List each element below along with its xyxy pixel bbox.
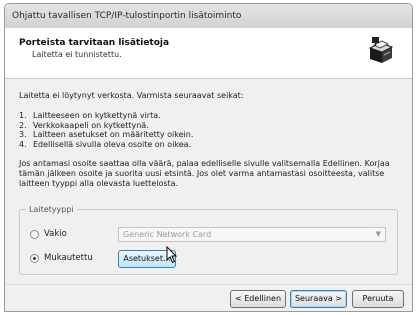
chevron-down-icon[interactable]: ▼ (376, 228, 381, 241)
custom-radio[interactable] (30, 253, 39, 263)
list-item: 4. Edellisellä sivulla oleva osoite on oi… (19, 139, 192, 149)
standard-radio-label: Vakio (44, 229, 67, 239)
wizard-window: Ohjattu tavallisen TCP/IP-tulostinportin… (4, 3, 413, 312)
network-printer-icon (362, 34, 398, 70)
device-type-label: Laitetyyppi (29, 205, 74, 214)
list-item: 1. Laitteeseen on kytkettynä virta. (19, 111, 161, 120)
header-title: Porteista tarvitaan lisätietoja (19, 38, 170, 48)
next-button[interactable]: Seuraava > (290, 290, 347, 308)
back-button[interactable]: < Edellinen (230, 290, 286, 308)
custom-option[interactable]: Mukautettu (30, 253, 93, 263)
custom-radio-label: Mukautettu (44, 253, 93, 263)
standard-device-select[interactable]: Generic Network Card ▼ (118, 227, 386, 242)
title-bar[interactable]: Ohjattu tavallisen TCP/IP-tulostinportin… (5, 4, 412, 29)
mouse-pointer-icon (166, 246, 178, 264)
header-subtitle: Laitetta ei tunnistettu. (32, 50, 122, 59)
standard-option[interactable]: Vakio (30, 229, 67, 239)
list-item: 2. Verkkokaapeli on kytkettynä. (19, 120, 149, 130)
cancel-button[interactable]: Peruuta (352, 290, 404, 308)
list-item: 3. Laitteen asetukset on määritetty oikei… (19, 130, 194, 139)
wizard-content: Laitetta ei löytynyt verkosta. Varmista … (19, 90, 398, 189)
standard-device-value: Generic Network Card (123, 230, 212, 239)
instruction-note: Jos antamasi osoite saattaa olla väärä, … (19, 159, 390, 188)
device-type-group: Laitetyyppi Vakio Generic Network Card ▼… (19, 205, 398, 275)
footer-divider (5, 284, 412, 285)
window-title: Ohjattu tavallisen TCP/IP-tulostinportin… (12, 11, 242, 21)
intro-text: Laitetta ei löytynyt verkosta. Varmista … (19, 91, 244, 100)
wizard-header: Porteista tarvitaan lisätietoja Laitetta… (5, 28, 412, 79)
standard-radio[interactable] (30, 229, 39, 239)
checklist: 1. Laitteeseen on kytkettynä virta. 2. Ver… (19, 111, 398, 149)
